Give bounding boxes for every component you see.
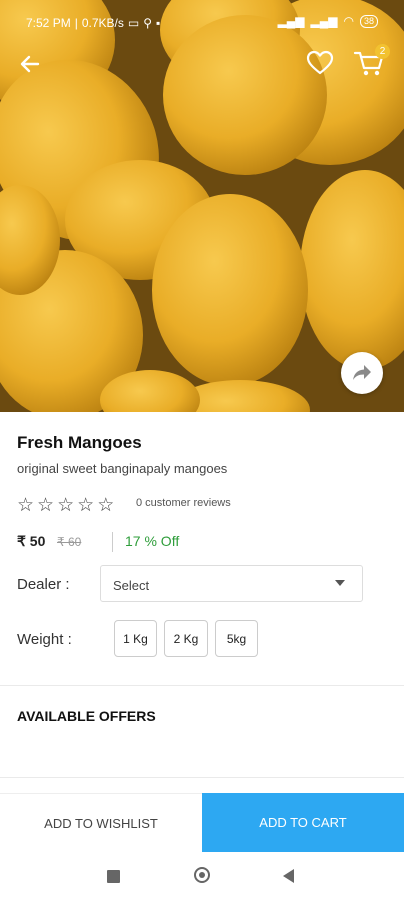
back-triangle-icon[interactable] <box>283 869 294 883</box>
section-divider <box>0 777 404 778</box>
add-to-cart-button[interactable]: ADD TO CART <box>202 793 404 852</box>
star-icon: ☆ <box>97 495 116 516</box>
status-network-speed: 0.7KB/s <box>81 16 124 30</box>
wifi-icon: ◠ <box>343 14 354 28</box>
share-button[interactable] <box>341 352 383 394</box>
star-icon: ☆ <box>17 495 36 516</box>
weight-label: Weight : <box>17 631 72 648</box>
notification-icon: ▪ <box>156 16 161 30</box>
screen-icon: ▭ <box>127 16 140 30</box>
star-icon: ☆ <box>37 495 56 516</box>
rating-stars[interactable]: ☆ ☆ ☆ ☆ ☆ <box>17 494 115 517</box>
arrow-left-icon <box>20 55 40 73</box>
dealer-label: Dealer : <box>17 576 70 593</box>
weight-option-1kg[interactable]: 1 Kg <box>114 620 157 657</box>
available-offers-heading: AVAILABLE OFFERS <box>17 708 156 724</box>
signal-icon-2: ▂▄▆ <box>310 14 338 28</box>
current-price: ₹ 50 <box>17 533 46 549</box>
status-bar: 7:52 PM | 0.7KB/s ▭ ⚲ ▪ ▂▄▆ ▂▄▆ ◠ 38 <box>0 0 404 44</box>
dropdown-arrow-icon <box>335 580 345 586</box>
share-icon <box>353 365 371 380</box>
system-nav-bar <box>0 852 404 900</box>
bottom-action-bar: ADD TO WISHLIST ADD TO CART <box>0 793 404 852</box>
mango-photo <box>0 0 404 412</box>
favorite-button[interactable] <box>305 48 335 78</box>
back-button[interactable] <box>16 50 44 78</box>
recents-icon[interactable] <box>107 870 120 883</box>
battery-icon: 38 <box>359 14 378 28</box>
heart-icon <box>306 50 334 75</box>
price-divider <box>112 532 113 552</box>
discount-label: 17 % Off <box>125 533 180 549</box>
weight-option-5kg[interactable]: 5kg <box>215 620 258 657</box>
section-divider <box>0 685 404 686</box>
original-price: ₹ 60 <box>57 535 82 549</box>
dealer-select[interactable]: Select <box>100 565 363 602</box>
usb-icon: ⚲ <box>143 16 152 30</box>
review-count[interactable]: 0 customer reviews <box>136 497 231 509</box>
status-time: 7:52 PM <box>26 16 71 30</box>
star-icon: ☆ <box>77 495 96 516</box>
star-icon: ☆ <box>57 495 76 516</box>
signal-icon: ▂▄▆ <box>277 14 305 28</box>
add-to-wishlist-button[interactable]: ADD TO WISHLIST <box>0 793 202 852</box>
product-title: Fresh Mangoes <box>17 433 142 452</box>
product-subtitle: original sweet banginapaly mangoes <box>17 461 228 476</box>
product-image <box>0 0 404 412</box>
dealer-select-value: Select <box>113 578 150 593</box>
weight-option-2kg[interactable]: 2 Kg <box>164 620 208 657</box>
home-icon[interactable] <box>194 867 210 883</box>
cart-count-badge: 2 <box>375 44 390 59</box>
